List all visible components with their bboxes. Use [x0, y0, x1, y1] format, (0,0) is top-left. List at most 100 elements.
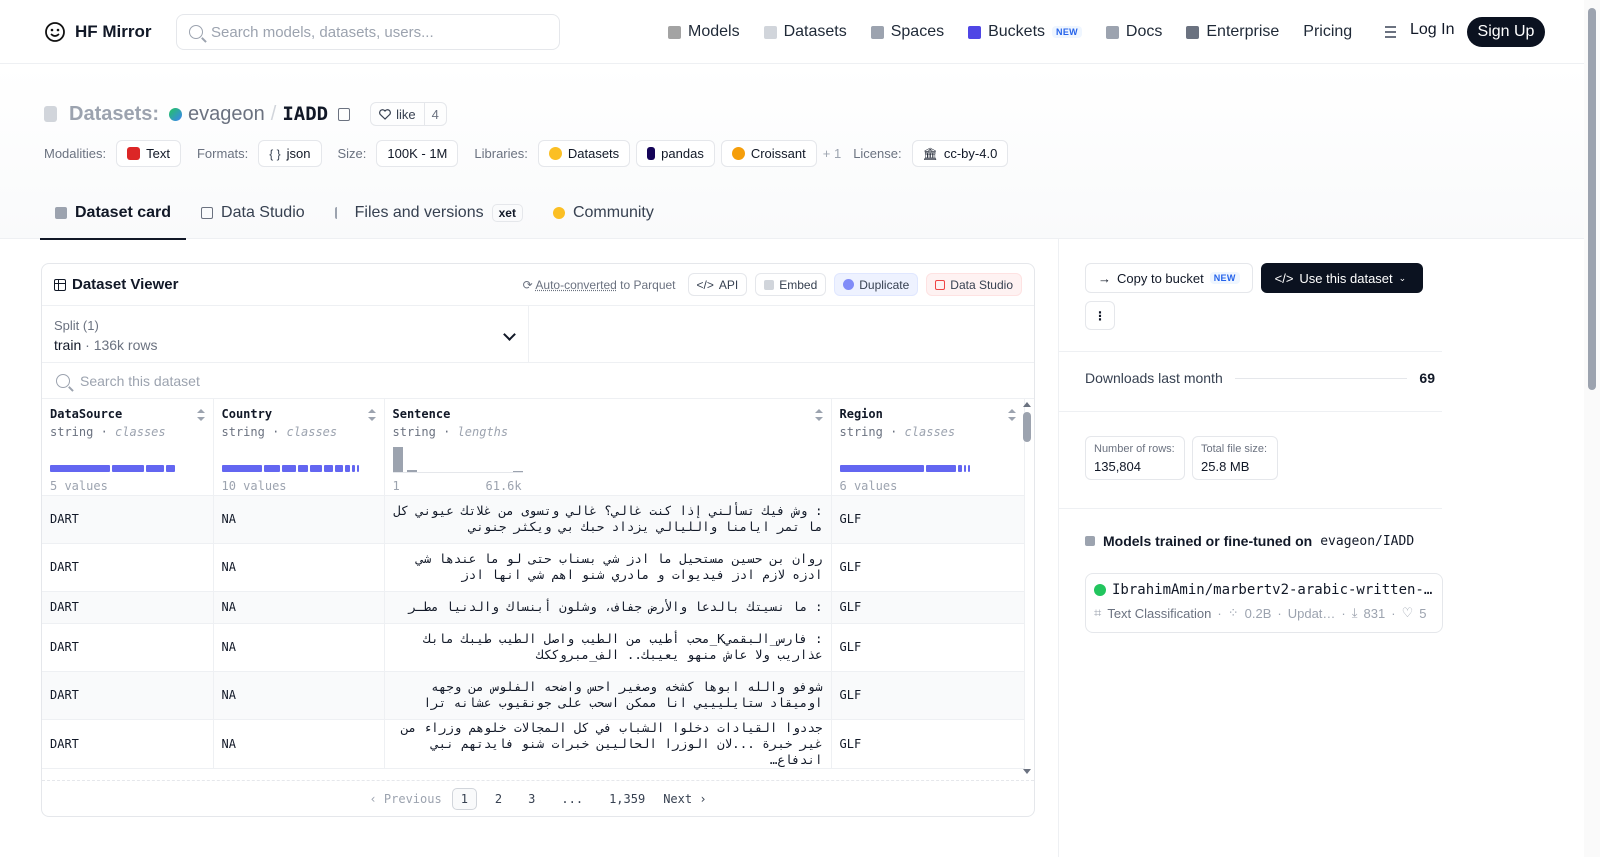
- format-json-tag[interactable]: { } json: [258, 140, 322, 167]
- page-scroll-thumb[interactable]: [1588, 8, 1596, 390]
- global-search-input[interactable]: Search models, datasets, users...: [176, 14, 560, 50]
- more-options-button[interactable]: ⋮: [1085, 301, 1115, 330]
- auto-converted-link[interactable]: Auto-converted: [535, 278, 616, 292]
- length-histogram[interactable]: [392, 447, 523, 473]
- cell-sentence[interactable]: : ما نسيتك بالدعا والأرض جفاف، وشلون أبن…: [384, 591, 832, 624]
- library-croissant-tag[interactable]: Croissant: [720, 140, 817, 167]
- nav-docs[interactable]: Docs: [1105, 23, 1162, 41]
- cell-country[interactable]: NA: [213, 591, 385, 624]
- cell-sentence[interactable]: روان بن حسين مستحيل ما ادز شي بسناب حتى …: [384, 543, 832, 592]
- cell-sentence[interactable]: : وش فيك تسألني إذا كنت غالي؟ غالي وتسوى…: [384, 495, 832, 544]
- duplicate-button[interactable]: Duplicate: [834, 273, 919, 296]
- repo-name[interactable]: IADD: [282, 103, 328, 125]
- modality-text-tag[interactable]: Text: [116, 140, 181, 167]
- size-tag[interactable]: 100K - 1M: [376, 140, 459, 167]
- page-3[interactable]: 3: [520, 789, 543, 809]
- class-distribution-bar[interactable]: [50, 465, 175, 472]
- cell-country[interactable]: NA: [213, 543, 385, 592]
- prev-page-button[interactable]: ‹ Previous: [369, 792, 441, 806]
- cell-region[interactable]: GLF: [831, 719, 1025, 769]
- api-button[interactable]: </> API: [687, 273, 748, 296]
- library-datasets-tag[interactable]: Datasets: [537, 140, 631, 167]
- login-link[interactable]: Log In: [1410, 21, 1454, 39]
- license-tag[interactable]: 🏛 cc-by-4.0: [911, 140, 1009, 167]
- library-pandas-tag[interactable]: pandas: [636, 140, 715, 167]
- cell-datasource[interactable]: DART: [42, 623, 214, 672]
- table-scrollbar[interactable]: [1021, 402, 1033, 774]
- nav-spaces[interactable]: Spaces: [870, 23, 944, 41]
- cell-country[interactable]: NA: [213, 623, 385, 672]
- table-row[interactable]: DART NA جددوا القيادات دخلوا الشباب في ك…: [42, 719, 1025, 769]
- scroll-down-icon[interactable]: [1023, 769, 1031, 774]
- more-menu-icon[interactable]: [1376, 25, 1397, 39]
- repo-type-label[interactable]: Datasets:: [69, 103, 159, 126]
- cell-datasource[interactable]: DART: [42, 543, 214, 592]
- tab-files-versions[interactable]: Files and versions xet: [320, 186, 538, 239]
- nav-pricing[interactable]: Pricing: [1303, 23, 1352, 41]
- nav-buckets[interactable]: Buckets NEW: [968, 23, 1082, 41]
- cell-datasource[interactable]: DART: [42, 671, 214, 720]
- table-row[interactable]: DART NA : فارس_البقميK_محب أطيب من الطيب…: [42, 623, 1025, 672]
- embed-button[interactable]: Embed: [755, 273, 827, 296]
- class-distribution-bar[interactable]: [839, 465, 970, 472]
- cell-region[interactable]: GLF: [831, 543, 1025, 592]
- copy-icon[interactable]: [338, 107, 351, 121]
- column-header-region[interactable]: Region string · classes 6 values: [831, 399, 1025, 496]
- nav-datasets[interactable]: Datasets: [763, 23, 847, 41]
- cell-sentence[interactable]: جددوا القيادات دخلوا الشباب في كل المجال…: [384, 719, 832, 769]
- table-row[interactable]: DART NA روان بن حسين مستحيل ما ادز شي بس…: [42, 543, 1025, 592]
- table-row[interactable]: DART NA : ما نسيتك بالدعا والأرض جفاف، و…: [42, 591, 1025, 624]
- scroll-up-icon[interactable]: [1023, 402, 1031, 407]
- cell-datasource[interactable]: DART: [42, 495, 214, 544]
- split-selector[interactable]: Split (1) train · 136k rows: [42, 306, 529, 362]
- size-stat-label: Total file size:: [1201, 443, 1268, 455]
- brand-logo[interactable]: HF Mirror: [43, 20, 152, 44]
- cell-country[interactable]: NA: [213, 719, 385, 769]
- like-button[interactable]: like 4: [370, 102, 447, 126]
- sort-icon[interactable]: [367, 409, 376, 421]
- page-scrollbar[interactable]: [1584, 0, 1600, 857]
- page-2[interactable]: 2: [487, 789, 510, 809]
- repo-owner-link[interactable]: evageon: [188, 103, 265, 126]
- owner-avatar[interactable]: [169, 107, 183, 121]
- tab-community[interactable]: Community: [538, 186, 669, 239]
- scroll-thumb[interactable]: [1023, 412, 1031, 442]
- page-last[interactable]: 1,359: [601, 789, 653, 809]
- nav-models[interactable]: Models: [668, 23, 740, 41]
- cell-region[interactable]: GLF: [831, 623, 1025, 672]
- table-row[interactable]: DART NA شوفو والله ابوها كشخه وصغير احس …: [42, 671, 1025, 720]
- nav-enterprise[interactable]: Enterprise: [1186, 23, 1279, 41]
- cell-datasource[interactable]: DART: [42, 719, 214, 769]
- model-card[interactable]: IbrahimAmin/marbertv2-arabic-written-… ⌗…: [1085, 573, 1443, 633]
- cell-country[interactable]: NA: [213, 671, 385, 720]
- column-header-country[interactable]: Country string · classes 10 values: [213, 399, 385, 496]
- class-distribution-bar[interactable]: [221, 465, 359, 472]
- column-header-sentence[interactable]: Sentence string · lengths 1 61.6k: [384, 399, 832, 496]
- cell-region[interactable]: GLF: [831, 591, 1025, 624]
- cell-country[interactable]: NA: [213, 495, 385, 544]
- signup-button[interactable]: Sign Up: [1467, 17, 1545, 47]
- size-stat-value: 25.8 MB: [1201, 459, 1250, 474]
- table-row[interactable]: DART NA : وش فيك تسألني إذا كنت غالي؟ غا…: [42, 495, 1025, 544]
- cell-datasource[interactable]: DART: [42, 591, 214, 624]
- tab-dataset-card[interactable]: Dataset card: [40, 186, 187, 240]
- cell-sentence[interactable]: : فارس_البقميK_محب أطيب من الطيب واصل ال…: [384, 623, 832, 672]
- data-studio-button[interactable]: Data Studio: [926, 273, 1022, 296]
- viewer-header: Dataset Viewer ⟳ Auto-converted to Parqu…: [42, 264, 1034, 306]
- like-label: like: [396, 106, 416, 122]
- copy-to-bucket-button[interactable]: → Copy to bucket NEW: [1085, 263, 1253, 293]
- sort-icon[interactable]: [1007, 409, 1016, 421]
- next-page-button[interactable]: Next ›: [663, 792, 706, 806]
- cell-sentence[interactable]: شوفو والله ابوها كشخه وصغير احس واضحه ال…: [384, 671, 832, 720]
- dataset-search-input[interactable]: Search this dataset: [42, 363, 1034, 399]
- sort-icon[interactable]: [814, 409, 823, 421]
- page-1[interactable]: 1: [451, 787, 477, 810]
- use-this-dataset-button[interactable]: </> Use this dataset ⌄: [1260, 263, 1423, 293]
- column-header-datasource[interactable]: DataSource string · classes 5 values: [42, 399, 214, 496]
- cell-region[interactable]: GLF: [831, 671, 1025, 720]
- tab-data-studio[interactable]: Data Studio: [186, 186, 320, 239]
- cell-region[interactable]: GLF: [831, 495, 1025, 544]
- sort-icon[interactable]: [196, 409, 205, 421]
- divider: [1059, 351, 1442, 352]
- libraries-more[interactable]: + 1: [823, 146, 841, 161]
